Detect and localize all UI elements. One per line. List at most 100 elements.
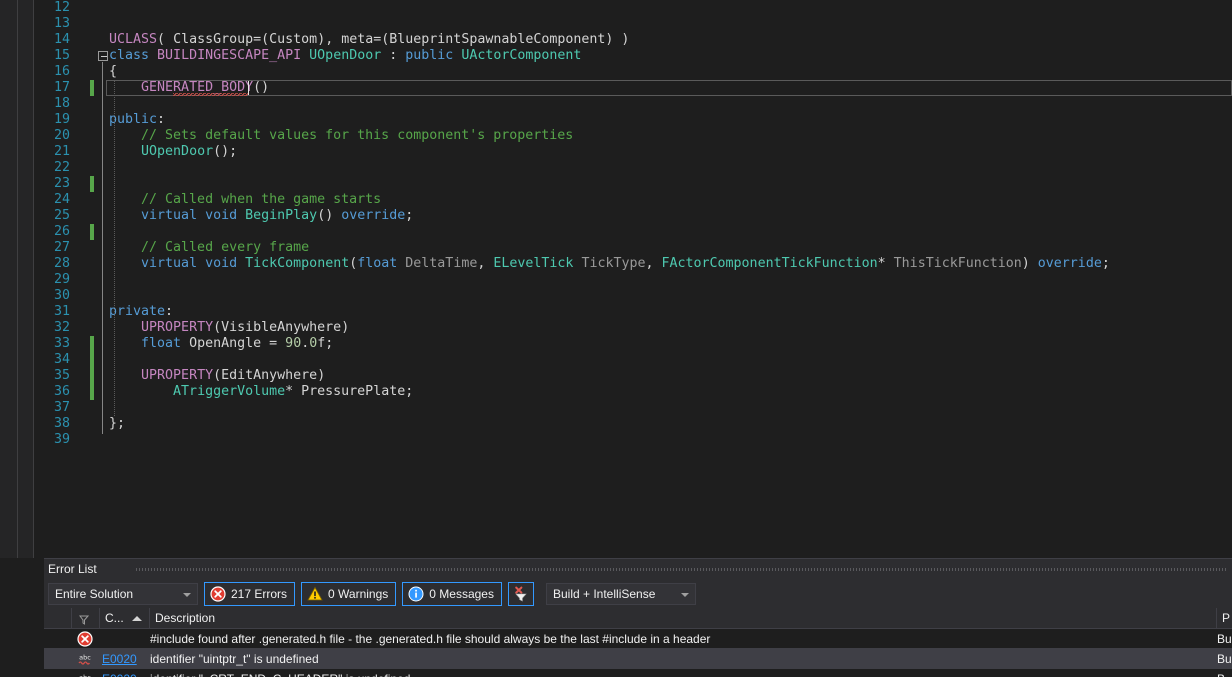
code-line[interactable]: 35 UPROPERTY(EditAnywhere) [34, 368, 1232, 384]
svg-text:abc: abc [79, 674, 91, 677]
code-line[interactable]: 26 [34, 224, 1232, 240]
panel-top-border [44, 558, 1232, 559]
column-header-pin[interactable] [72, 608, 100, 629]
line-number: 14 [53, 32, 70, 47]
code-line-text: // Called every frame [109, 240, 310, 255]
code-line[interactable]: 20 // Sets default values for this compo… [34, 128, 1232, 144]
column-header-project[interactable]: P [1217, 608, 1232, 629]
text-caret [248, 81, 249, 95]
collapse-region-icon[interactable] [98, 51, 108, 61]
code-line[interactable]: 24 // Called when the game starts [34, 192, 1232, 208]
column-header-code[interactable]: C... [100, 608, 150, 629]
code-line[interactable]: 29 [34, 272, 1232, 288]
code-line-text: UPROPERTY(EditAnywhere) [141, 368, 326, 383]
change-marker [90, 352, 94, 368]
row-code[interactable]: E0020 [102, 669, 148, 677]
error-list-toolbar: Entire Solution 217 Errors 0 Warnings 0 … [48, 581, 696, 607]
code-line[interactable]: 36 ATriggerVolume* PressurePlate; [34, 384, 1232, 400]
code-line[interactable]: 13 [34, 16, 1232, 32]
column-header-description[interactable]: Description [150, 608, 1217, 629]
code-line[interactable]: 32 UPROPERTY(VisibleAnywhere) [34, 320, 1232, 336]
intellisense-icon: abc [77, 651, 93, 667]
row-description: identifier "uintptr_t" is undefined [150, 652, 319, 666]
code-line[interactable]: 25 virtual void BeginPlay() override; [34, 208, 1232, 224]
error-list-title: Error List [48, 562, 97, 576]
table-row[interactable]: #include found after .generated.h file -… [44, 629, 1232, 649]
indent-guide [114, 80, 115, 416]
scope-filter-dropdown[interactable]: Entire Solution [48, 583, 198, 605]
change-marker [90, 176, 94, 192]
scope-filter-value: Entire Solution [55, 587, 134, 601]
line-number: 24 [53, 192, 70, 207]
change-marker [90, 336, 94, 352]
line-number: 35 [53, 368, 70, 383]
grid-header-row: C... Description P [44, 608, 1232, 629]
line-number: 19 [53, 112, 70, 127]
line-number: 12 [53, 0, 70, 15]
code-line[interactable]: 15 class BUILDINGESCAPE_API UOpenDoor : p… [34, 48, 1232, 64]
line-number: 23 [53, 176, 70, 191]
pin-icon [78, 612, 90, 629]
panel-drag-handle[interactable] [136, 568, 1226, 571]
code-line[interactable]: 22 [34, 160, 1232, 176]
warnings-count-label: 0 Warnings [328, 587, 389, 601]
line-number: 36 [53, 384, 70, 399]
clear-filter-button[interactable] [507, 582, 534, 606]
code-line-text: UPROPERTY(VisibleAnywhere) [141, 320, 350, 335]
errors-toggle-button[interactable]: 217 Errors [204, 582, 296, 606]
clear-filter-icon [513, 586, 529, 602]
code-line[interactable]: 39 [34, 432, 1232, 448]
line-number: 29 [53, 272, 70, 287]
error-code-link[interactable]: E0020 [102, 672, 137, 677]
row-description: identifier "_CRT_END_C_HEADER" is undefi… [150, 669, 1210, 677]
code-line-text: // Sets default values for this componen… [109, 128, 574, 143]
table-row[interactable]: abc E0020 identifier "_CRT_END_C_HEADER" i… [44, 669, 1232, 677]
row-description: #include found after .generated.h file -… [150, 632, 711, 646]
code-line-text: class BUILDINGESCAPE_API UOpenDoor : pub… [109, 48, 582, 63]
fold-region-line [102, 62, 103, 434]
sort-ascending-icon [132, 616, 142, 621]
line-number: 39 [53, 432, 70, 447]
code-editor[interactable]: 12 13 14 UCLASS( ClassGroup=(Custom), meta=… [0, 0, 1232, 558]
build-filter-dropdown[interactable]: Build + IntelliSense [545, 583, 696, 605]
code-line-text: UOpenDoor(); [141, 144, 238, 159]
chevron-down-icon [680, 593, 689, 597]
row-project: Bu [1217, 652, 1232, 666]
code-line[interactable]: 18 [34, 96, 1232, 112]
messages-toggle-button[interactable]: 0 Messages [402, 582, 502, 606]
code-line[interactable]: 28 virtual void TickComponent(float Delt… [34, 256, 1232, 272]
table-row[interactable]: abc E0020 identifier "uintptr_t" is undefi… [44, 649, 1232, 669]
row-code[interactable]: E0020 [102, 649, 148, 669]
code-line[interactable]: 21 UOpenDoor(); [34, 144, 1232, 160]
margin-divider-1 [17, 0, 18, 558]
code-line[interactable]: 34 [34, 352, 1232, 368]
code-line[interactable]: 30 [34, 288, 1232, 304]
line-number: 32 [53, 320, 70, 335]
line-number: 21 [53, 144, 70, 159]
error-list-panel: Error List Entire Solution 217 Errors 0 … [44, 558, 1232, 677]
error-icon [77, 631, 93, 647]
change-marker [90, 224, 94, 240]
code-line-text: ATriggerVolume* PressurePlate; [173, 384, 414, 399]
code-line[interactable]: 19 public: [34, 112, 1232, 128]
code-line-text: }; [109, 416, 126, 431]
code-line-text: float OpenAngle = 90.0f; [141, 336, 334, 351]
code-line[interactable]: 16 { [34, 64, 1232, 80]
svg-text:abc: abc [79, 654, 91, 662]
code-line[interactable]: 33 float OpenAngle = 90.0f; [34, 336, 1232, 352]
code-line[interactable]: 37 [34, 400, 1232, 416]
code-line[interactable]: 23 [34, 176, 1232, 192]
code-line[interactable]: 38}; [34, 416, 1232, 432]
code-line[interactable]: 31 private: [34, 304, 1232, 320]
code-line[interactable]: 27 // Called every frame [34, 240, 1232, 256]
line-number: 20 [53, 128, 70, 143]
code-text-area[interactable]: 12 13 14 UCLASS( ClassGroup=(Custom), meta=… [34, 0, 1232, 558]
code-line[interactable]: 14 UCLASS( ClassGroup=(Custom), meta=(Blu… [34, 32, 1232, 48]
line-number: 33 [53, 336, 70, 351]
error-code-link[interactable]: E0020 [102, 652, 137, 666]
code-line[interactable]: 12 [34, 0, 1232, 16]
code-line-text: virtual void BeginPlay() override; [141, 208, 414, 223]
warnings-toggle-button[interactable]: 0 Warnings [301, 582, 397, 606]
column-header-severity[interactable] [44, 608, 72, 629]
error-list-grid[interactable]: C... Description P #include found after … [44, 608, 1232, 677]
